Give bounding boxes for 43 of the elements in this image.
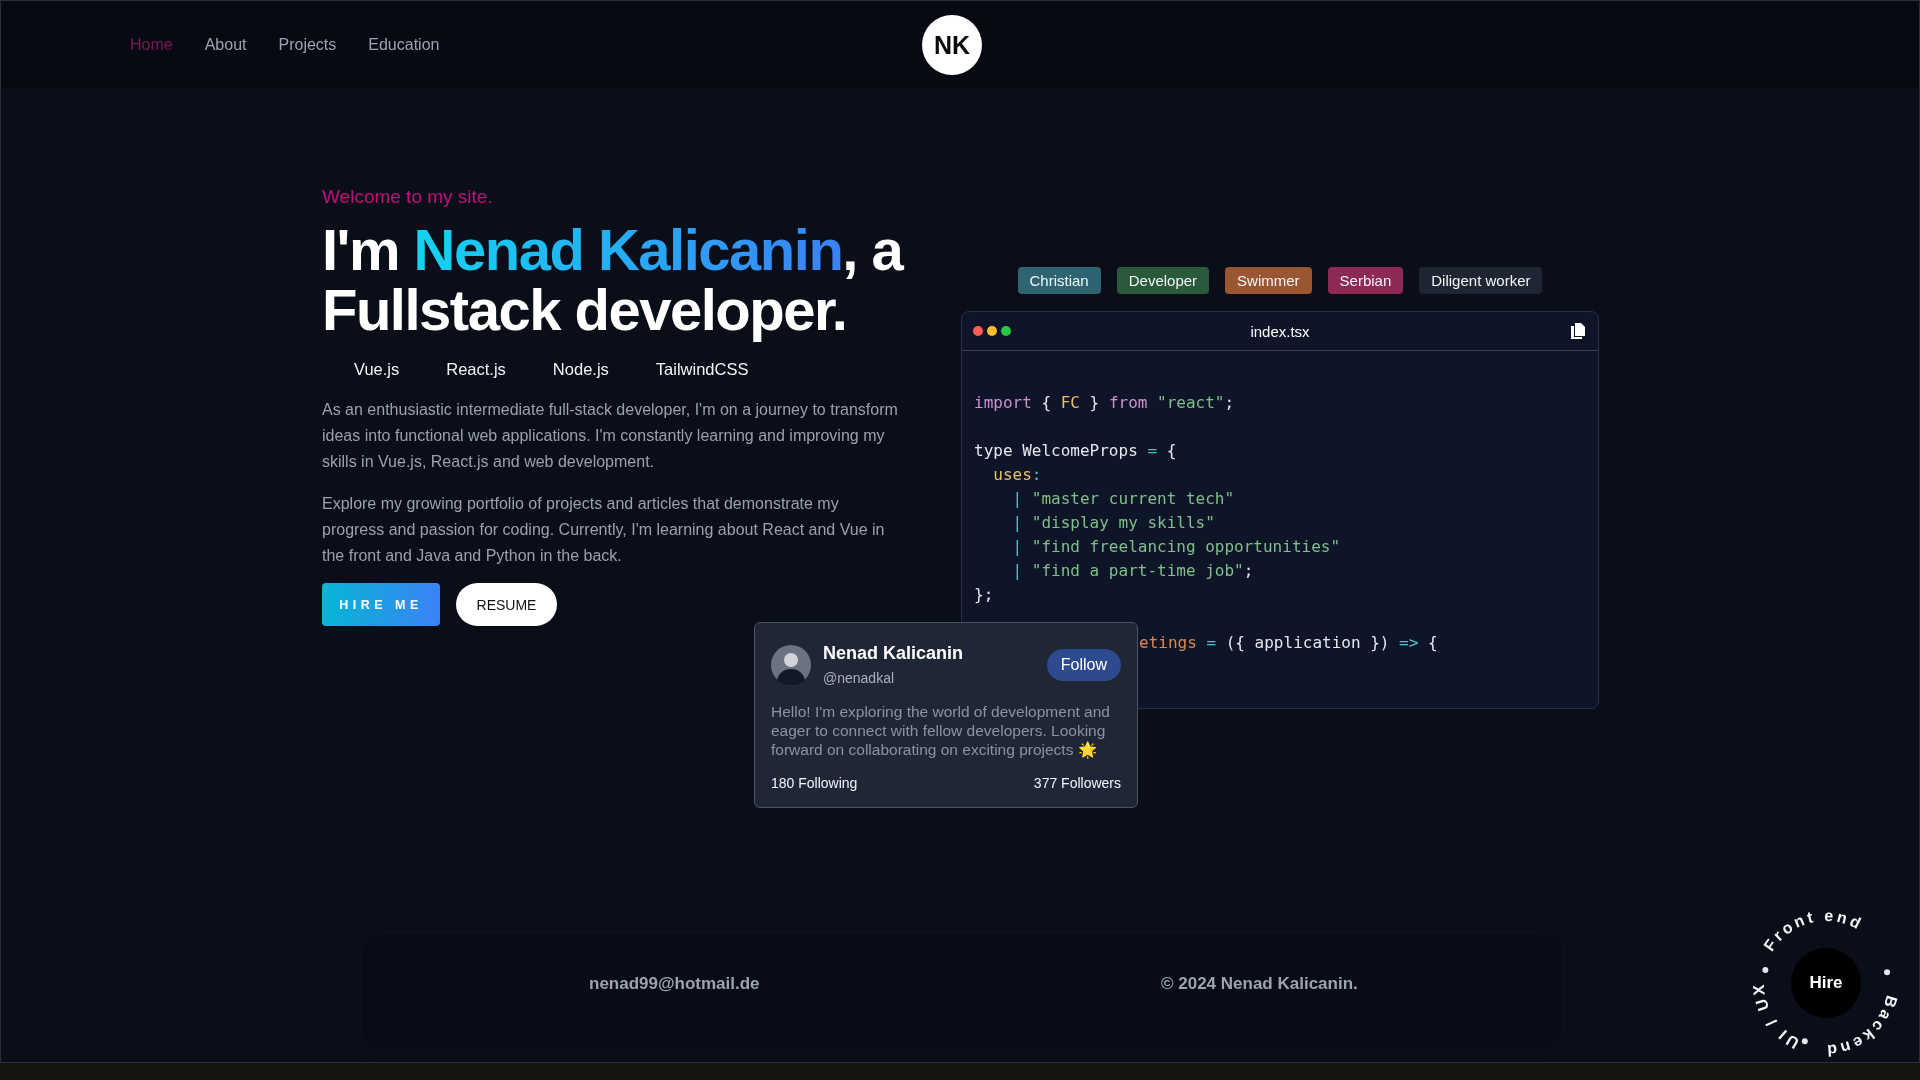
email-link[interactable]: nenad99@hotmail.de bbox=[589, 974, 760, 994]
copy-icon[interactable] bbox=[1570, 322, 1586, 340]
tag: Christian bbox=[1017, 267, 1101, 294]
nav-link[interactable]: Education bbox=[368, 36, 440, 54]
nav-link[interactable]: Projects bbox=[278, 36, 337, 54]
avatar-silhouette bbox=[771, 644, 811, 685]
tag: Developer bbox=[1116, 267, 1210, 294]
code-line: | "master current tech" bbox=[1011, 488, 1235, 510]
tag: Swimmer bbox=[1225, 267, 1312, 294]
followers-count: 377 Followers bbox=[1033, 775, 1121, 791]
headline: I'm Nenad Kalicanin, a Fullstack developer. bbox=[322, 220, 905, 340]
tech-label: Vue.js bbox=[354, 360, 400, 379]
code-line: etings = ({ application }) => { bbox=[1139, 632, 1438, 654]
logo[interactable]: NK bbox=[922, 15, 982, 75]
intro-paragraph: As an enthusiastic intermediate full-stack developer, I'm on a journey to transform ideas into functional web applications. I'm constantly learning and improving my skills in Vue.js, React.js and web development. bbox=[322, 400, 899, 472]
tech-label: Node.js bbox=[552, 360, 609, 379]
tag: Diligent worker bbox=[1419, 267, 1543, 294]
code-line: import { FC } from "react"; bbox=[974, 392, 1235, 414]
code-line: uses: bbox=[992, 464, 1042, 486]
code-line: | "find freelancing opportunities" bbox=[1011, 536, 1341, 558]
intro-paragraph: Explore my growing portfolio of projects and articles that demonstrate my progress and passion for coding. Currently, I'm learning about React and Vue in the front and Java and Python in the back. bbox=[322, 494, 886, 566]
hire-button[interactable]: Hire bbox=[1791, 948, 1861, 1018]
code-line: | "display my skills" bbox=[1011, 512, 1215, 534]
profile-bio: Hello! I'm exploring the world of development and eager to connect with fellow developers. Looking forward on collaborating on exciting projects 🌟 bbox=[771, 702, 1111, 759]
profile-name: Nenad Kalicanin bbox=[823, 643, 965, 664]
file-name: index.tsx bbox=[1250, 322, 1310, 340]
tech-label: TailwindCSS bbox=[655, 360, 749, 379]
dot-icon bbox=[1884, 969, 1891, 976]
welcome-text: Welcome to my site. bbox=[322, 186, 494, 208]
copyright-text: © 2024 Nenad Kalicanin. bbox=[1161, 974, 1358, 994]
code-line: type WelcomeProps = { bbox=[974, 440, 1177, 462]
nav-link[interactable]: About bbox=[204, 36, 247, 54]
window-controls-icon bbox=[972, 325, 1012, 337]
profile-handle: @nenadkal bbox=[823, 670, 896, 686]
tech-label: React.js bbox=[446, 360, 506, 379]
following-count: 180 Following bbox=[771, 775, 858, 791]
tag: Serbian bbox=[1327, 267, 1404, 294]
resume-button[interactable]: RESUME bbox=[456, 583, 557, 626]
code-line: | "find a part-time job"; bbox=[1011, 560, 1254, 582]
dot-icon bbox=[1801, 1038, 1808, 1045]
code-line: }; bbox=[974, 584, 994, 606]
dot-icon bbox=[1762, 967, 1769, 974]
follow-button[interactable]: Follow bbox=[1046, 648, 1121, 681]
